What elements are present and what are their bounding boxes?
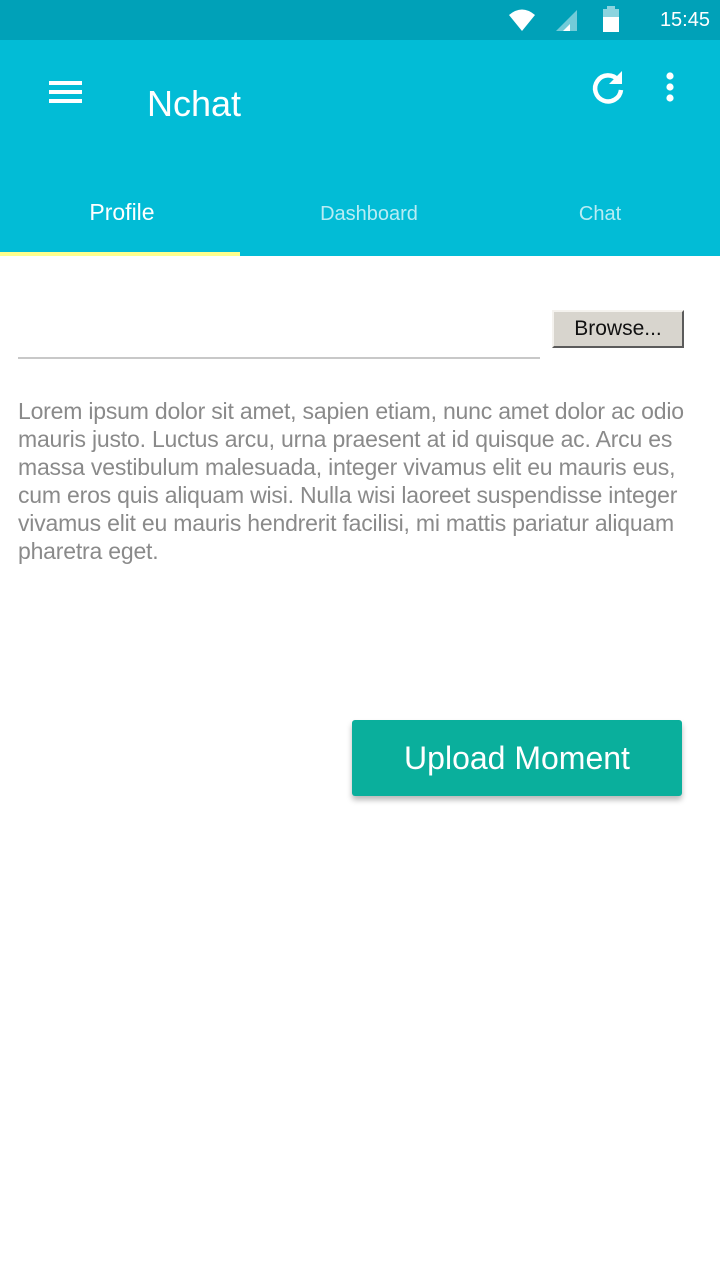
browse-button[interactable]: Browse... <box>552 310 684 348</box>
wifi-icon <box>509 9 535 31</box>
tab-profile[interactable]: Profile <box>0 172 244 256</box>
app-screen: 15:45 Nchat Profile Dashboard Chat Brows… <box>0 0 720 1280</box>
tab-bar: Profile Dashboard Chat <box>0 172 720 256</box>
refresh-button[interactable] <box>586 66 630 110</box>
menu-button[interactable] <box>40 72 92 120</box>
tab-dashboard[interactable]: Dashboard <box>249 172 489 256</box>
status-time: 15:45 <box>659 9 710 31</box>
more-options-button[interactable] <box>652 66 688 110</box>
active-tab-indicator <box>0 252 240 256</box>
more-vertical-icon <box>666 72 674 102</box>
file-path-underline <box>18 357 540 359</box>
app-title: Nchat <box>147 83 242 124</box>
file-path-field[interactable] <box>18 310 540 356</box>
upload-moment-button[interactable]: Upload Moment <box>352 720 682 796</box>
battery-icon <box>603 6 619 32</box>
tab-chat[interactable]: Chat <box>480 172 720 256</box>
cell-signal-icon <box>556 10 577 31</box>
refresh-icon <box>592 71 624 104</box>
app-bar: Nchat Profile Dashboard Chat <box>0 40 720 256</box>
hamburger-menu-icon <box>49 81 82 103</box>
status-bar: 15:45 <box>0 0 720 40</box>
profile-description: Lorem ipsum dolor sit amet, sapien etiam… <box>18 398 684 564</box>
